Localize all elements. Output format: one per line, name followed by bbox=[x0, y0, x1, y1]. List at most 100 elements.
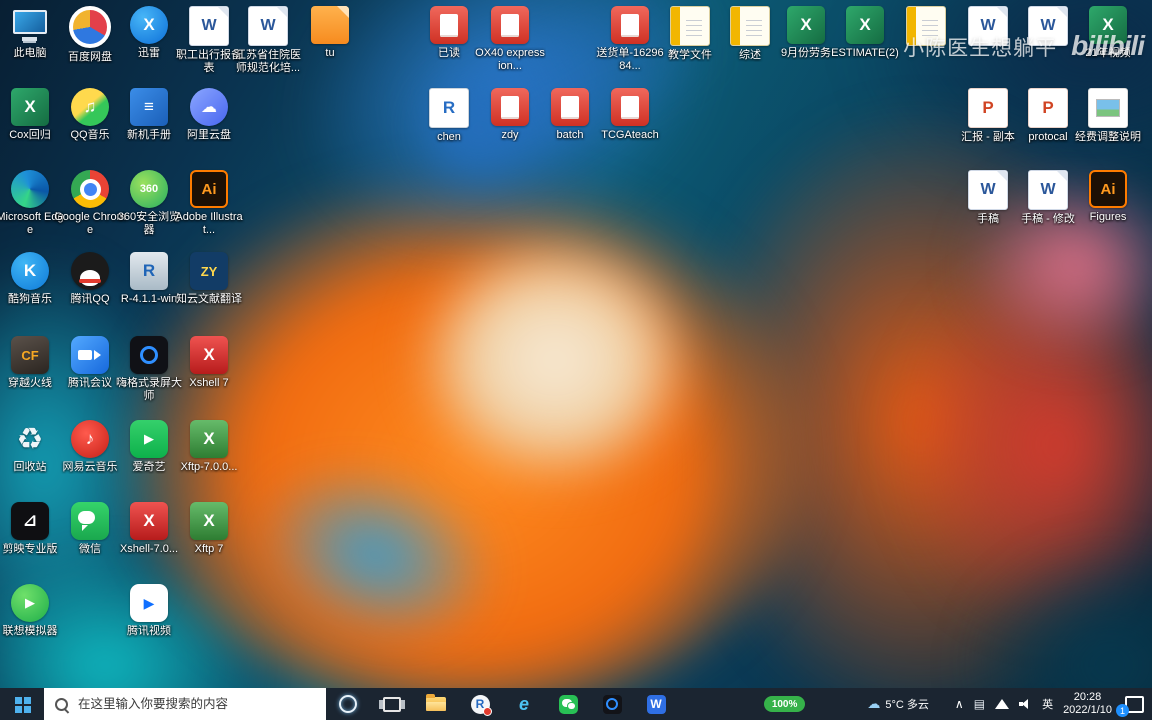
desktop-icon-label: 知云文献翻译 bbox=[176, 293, 242, 305]
desktop-icon-xftp-7[interactable]: X Xftp 7 bbox=[173, 502, 245, 556]
desktop-icon-tu[interactable]: tu bbox=[294, 6, 366, 60]
desktop-icon-xftp-installer[interactable]: X Xftp-7.0.0... bbox=[173, 420, 245, 474]
doc-a-icon: W bbox=[968, 6, 1008, 46]
doc-b-icon: W bbox=[1028, 6, 1068, 46]
desktop-icon-label: Xftp-7.0.0... bbox=[180, 461, 238, 473]
review-icon bbox=[730, 6, 770, 46]
weather-text: 5°C 多云 bbox=[885, 699, 929, 711]
r-app-icon: R bbox=[470, 694, 492, 716]
weather-widget[interactable]: ☁ 5°C 多云 bbox=[867, 696, 929, 712]
volume-icon[interactable] bbox=[1019, 699, 1032, 709]
desktop-icon-ox40[interactable]: OX40 expression... bbox=[474, 6, 546, 73]
screen-recorder-taskbar-button[interactable] bbox=[590, 688, 634, 720]
this-pc-icon bbox=[11, 6, 49, 44]
cox-regression-icon: X bbox=[11, 88, 49, 126]
tu-icon bbox=[311, 6, 349, 44]
new-machine-manual-icon: ≡ bbox=[130, 88, 168, 126]
weather-icon: ☁ bbox=[867, 696, 881, 711]
google-chrome-icon bbox=[71, 170, 109, 208]
notification-badge: 1 bbox=[1116, 704, 1129, 717]
tray-expand-chevron-icon[interactable]: ∧ bbox=[955, 697, 964, 711]
device-icon[interactable]: ▤ bbox=[974, 697, 985, 711]
desktop-icon-xshell-7[interactable]: X Xshell 7 bbox=[173, 336, 245, 390]
kugou-music-icon: K bbox=[11, 252, 49, 290]
desktop-icon-label: Figures bbox=[1089, 211, 1127, 223]
system-tray: 100% ☁ 5°C 多云 ∧ ▤ 英 20:28 2022/1/10 1 bbox=[763, 688, 1152, 720]
netease-music-icon: ♪ bbox=[71, 420, 109, 458]
tencent-meeting-icon bbox=[71, 336, 109, 374]
task-view-icon bbox=[383, 696, 401, 712]
qq-music-icon: ♫ bbox=[71, 88, 109, 126]
date: 2022/1/10 bbox=[1063, 704, 1112, 716]
iqiyi-icon: ▶ bbox=[130, 420, 168, 458]
wechat-task-icon bbox=[558, 694, 578, 714]
thunder-icon: X bbox=[130, 6, 168, 44]
r-installer-icon: R bbox=[130, 252, 168, 290]
xftp-installer-icon: X bbox=[190, 420, 228, 458]
screen-recorder-icon bbox=[602, 694, 622, 714]
desktop-icon-tencent-video[interactable]: ▶ 腾讯视频 bbox=[113, 584, 185, 638]
wps-icon: W bbox=[646, 694, 666, 714]
desktop-icon-label: 21年视频 bbox=[1085, 47, 1131, 59]
desktop-icon-adobe-illustrator[interactable]: Ai Adobe Illustrat... bbox=[173, 170, 245, 237]
taskbar: Re W 100% ☁ 5°C 多云 ∧ ▤ 英 20:28 2022/1/10 … bbox=[0, 688, 1152, 720]
cortana-icon bbox=[339, 695, 357, 713]
batch-icon bbox=[551, 88, 589, 126]
trip-report-doc-icon: W bbox=[189, 6, 229, 46]
shipping-order-icon bbox=[611, 6, 649, 44]
taskbar-search[interactable] bbox=[44, 688, 326, 720]
time: 20:28 bbox=[1073, 691, 1102, 703]
xshell-installer-icon: X bbox=[130, 502, 168, 540]
desktop: 此电脑 X Cox回归 Microsoft Edge K 酷狗音乐 CF 穿越火线 ♻ 回收站 ⊿ 剪… bbox=[0, 0, 1152, 720]
internet-explorer-taskbar-button[interactable]: e bbox=[502, 688, 546, 720]
teaching-files-icon bbox=[670, 6, 710, 46]
tencent-video-icon: ▶ bbox=[130, 584, 168, 622]
desktop-icon-label: OX40 expression... bbox=[475, 47, 545, 72]
task-view-taskbar-button[interactable] bbox=[370, 688, 414, 720]
desktop-icon-figures[interactable]: Ai Figures bbox=[1072, 170, 1144, 224]
xftp-7-icon: X bbox=[190, 502, 228, 540]
report-copy-icon: P bbox=[968, 88, 1008, 128]
yidu-icon bbox=[430, 6, 468, 44]
microsoft-edge-icon bbox=[11, 170, 49, 208]
manuscript-revised-icon: W bbox=[1028, 170, 1068, 210]
wifi-icon[interactable] bbox=[995, 699, 1010, 709]
lenovo-emulator-icon: ▶ bbox=[11, 584, 49, 622]
desktop-icon-zhiyun-translate[interactable]: ZY 知云文献翻译 bbox=[173, 252, 245, 306]
desktop-icon-label: TCGAteach bbox=[601, 129, 659, 141]
file-explorer-icon bbox=[426, 694, 446, 711]
figures-icon: Ai bbox=[1089, 170, 1127, 208]
cortana-taskbar-button[interactable] bbox=[326, 688, 370, 720]
desktop-icon-funding-note[interactable]: 经费调整说明 bbox=[1072, 88, 1144, 144]
desktop-icon-video-21[interactable]: X 21年视频 bbox=[1072, 6, 1144, 60]
baidu-netdisk-icon bbox=[69, 6, 111, 48]
input-language-indicator[interactable]: 英 bbox=[1042, 696, 1053, 712]
search-input[interactable] bbox=[76, 696, 326, 712]
crossfire-icon: CF bbox=[11, 336, 49, 374]
file-explorer-taskbar-button[interactable] bbox=[414, 688, 458, 720]
desktop-icon-tcgateach[interactable]: TCGAteach bbox=[594, 88, 666, 142]
r-app-taskbar-button[interactable]: R bbox=[458, 688, 502, 720]
desktop-icon-label: 腾讯视频 bbox=[127, 625, 171, 637]
battery-indicator[interactable]: 100% bbox=[763, 696, 806, 712]
zdy-icon bbox=[491, 88, 529, 126]
clock[interactable]: 20:28 2022/1/10 bbox=[1063, 691, 1112, 717]
notebook-2-icon bbox=[906, 6, 946, 46]
zhiyun-translate-icon: ZY bbox=[190, 252, 228, 290]
desktop-icon-label: Xftp 7 bbox=[194, 543, 224, 555]
windows-logo-icon bbox=[14, 696, 22, 704]
desktop-icon-label: Adobe Illustrat... bbox=[175, 211, 243, 236]
desktop-icon-label: Xshell 7 bbox=[189, 377, 229, 389]
estimate-icon: X bbox=[846, 6, 884, 44]
aliyun-drive-icon: ☁ bbox=[190, 88, 228, 126]
desktop-icon-label: 经费调整说明 bbox=[1075, 131, 1141, 143]
start-button[interactable] bbox=[0, 688, 44, 720]
wps-taskbar-button[interactable]: W bbox=[634, 688, 678, 720]
360-browser-icon: 360 bbox=[130, 170, 168, 208]
notification-center[interactable]: 1 bbox=[1116, 688, 1146, 720]
desktop-icon-aliyun-drive[interactable]: ☁ 阿里云盘 bbox=[173, 88, 245, 142]
desktop-icon-label: 阿里云盘 bbox=[187, 129, 231, 141]
desktop-icon-lenovo-emulator[interactable]: ▶ 联想模拟器 bbox=[0, 584, 66, 638]
wechat-task-taskbar-button[interactable] bbox=[546, 688, 590, 720]
jiangsu-training-doc-icon: W bbox=[248, 6, 288, 46]
